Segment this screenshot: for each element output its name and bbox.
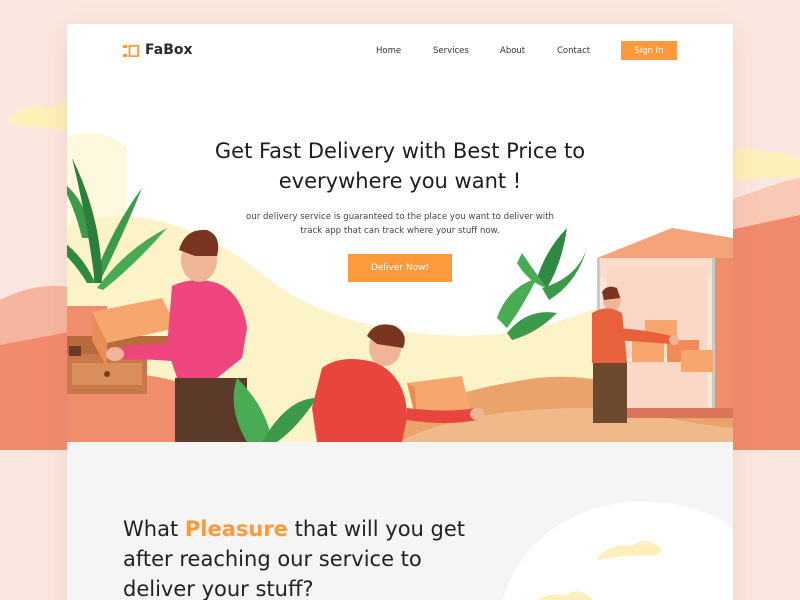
hero-subtitle: our delivery service is guaranteed to th… xyxy=(237,210,563,238)
brand-logo[interactable]: FaBox xyxy=(123,42,193,58)
heading-accent: Pleasure xyxy=(184,517,288,541)
hero-subtitle-line1: our delivery service is guaranteed to th… xyxy=(245,212,555,222)
landing-page-card: FaBox Home Services About Contact Sign I… xyxy=(67,24,733,600)
benefits-heading-line2: after reaching our service to xyxy=(123,547,422,571)
logo-icon xyxy=(123,44,139,58)
benefits-section: What Pleasure that will you get after re… xyxy=(67,442,733,600)
nav-about[interactable]: About xyxy=(500,46,525,56)
heading-post: that will you get xyxy=(287,517,466,541)
hero-title-line1: Get Fast Delivery with Best Price to xyxy=(214,139,586,163)
hero-subtitle-line2: track app that can track where your stuf… xyxy=(300,226,500,236)
benefits-heading: What Pleasure that will you get after re… xyxy=(123,514,483,600)
heading-pre: What xyxy=(123,517,185,541)
signin-button[interactable]: Sign In xyxy=(621,41,677,60)
nav-services[interactable]: Services xyxy=(433,46,469,56)
deliver-now-button[interactable]: Deliver Now! xyxy=(348,254,452,282)
top-navbar: FaBox Home Services About Contact Sign I… xyxy=(67,24,733,78)
hero-title: Get Fast Delivery with Best Price to eve… xyxy=(67,136,733,196)
hero-title-line2: everywhere you want ! xyxy=(278,169,522,193)
nav-contact[interactable]: Contact xyxy=(557,46,590,56)
truck-illustration xyxy=(592,228,733,423)
brand-name: FaBox xyxy=(145,42,193,58)
hero-section: Get Fast Delivery with Best Price to eve… xyxy=(67,78,733,442)
nav-home[interactable]: Home xyxy=(376,46,401,56)
benefits-heading-line1: What Pleasure that will you get xyxy=(123,514,483,544)
benefits-heading-line3: deliver your stuff? xyxy=(123,577,314,600)
